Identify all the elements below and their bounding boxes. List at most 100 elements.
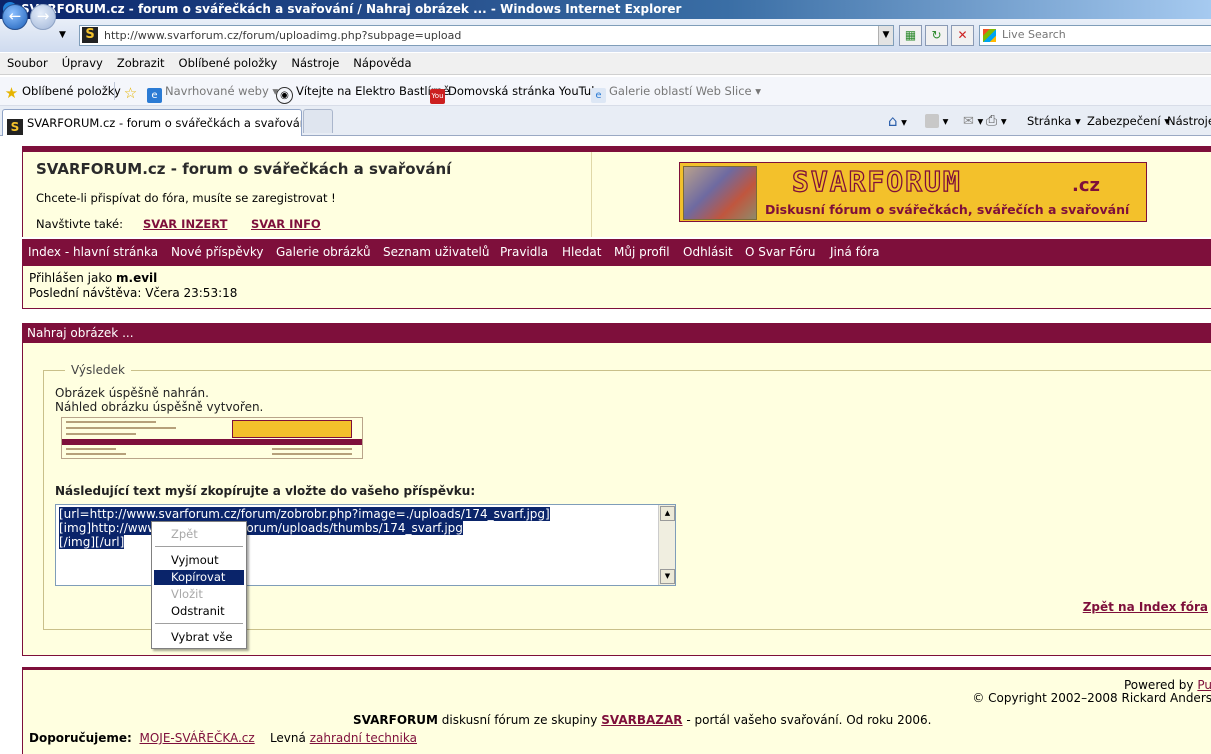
ctx-delete[interactable]: Odstranit — [154, 604, 244, 619]
page-menu-label: Stránka — [1027, 114, 1072, 128]
mail-icon: ✉ — [963, 114, 974, 129]
forward-arrow-icon[interactable]: → — [30, 4, 56, 30]
upload-header-text: Nahraj obrázek ... — [27, 326, 134, 340]
menu-file[interactable]: Soubor — [0, 53, 55, 74]
menu-favorites[interactable]: Oblíbené položky — [172, 53, 285, 74]
tab-active[interactable]: S SVARFORUM.cz - forum o svářečkách a sva… — [2, 109, 302, 136]
banner-title: SVARFORUM — [791, 164, 962, 198]
nav-gallery[interactable]: Galerie obrázků — [276, 239, 371, 266]
result-legend: Výsledek — [65, 363, 131, 377]
forum-nav: Index - hlavní stránka Nové příspěvky Ga… — [22, 239, 1211, 266]
favbar-divider — [114, 82, 115, 100]
menu-edit[interactable]: Úpravy — [55, 53, 110, 74]
page-menu[interactable]: Stránka ▾ — [1027, 110, 1081, 132]
youtube-icon: You — [430, 89, 445, 104]
recommend-line: Doporučujeme: MOJE-SVÁŘEČKA.cz Levná zah… — [29, 731, 417, 745]
favorites-label: Oblíbené položky — [22, 84, 121, 98]
scroll-up-icon[interactable]: ▲ — [660, 506, 675, 521]
thumb-line — [66, 427, 176, 429]
fav-elektro-bastlirna[interactable]: ◉ Vítejte na Elektro Bastlírně — [276, 83, 450, 104]
rss-icon — [925, 114, 939, 128]
security-menu[interactable]: Zabezpečení ▾ — [1087, 110, 1170, 132]
nav-other-forums[interactable]: Jiná fóra — [830, 239, 880, 266]
back-to-index-link[interactable]: Zpět na Index fóra — [1083, 600, 1208, 614]
svarbazar-link[interactable]: SVARBAZAR — [601, 713, 682, 727]
new-tab-button[interactable] — [303, 109, 333, 133]
printer-icon: ⎙ — [986, 113, 998, 129]
scroll-down-icon[interactable]: ▼ — [660, 569, 675, 584]
svar-inzert-link[interactable]: SVAR INZERT — [143, 217, 227, 231]
recommend-label: Doporučujeme: — [29, 731, 132, 745]
menu-help[interactable]: Nápověda — [346, 53, 418, 74]
code-line-1: [url=http://www.svarforum.cz/forum/zobro… — [59, 507, 550, 521]
moje-svarecka-link[interactable]: MOJE-SVÁŘEČKA.cz — [140, 731, 255, 745]
security-menu-label: Zabezpečení — [1087, 114, 1161, 128]
code-line: [img]http://www.svarforum.cz/forum/uploa… — [59, 521, 463, 535]
svarforum-banner[interactable]: SVARFORUM .cz Diskusní fórum o svářečkác… — [679, 162, 1147, 222]
refresh-icon[interactable]: ↻ — [925, 25, 948, 46]
ie-page-icon: e — [591, 88, 606, 103]
tools-menu-label: Nástroje — [1167, 114, 1211, 128]
ctx-copy[interactable]: Kopírovat — [154, 570, 244, 585]
username: m.evil — [116, 271, 158, 285]
compat-view-icon[interactable]: ▦ — [899, 25, 922, 46]
ctx-cut[interactable]: Vyjmout — [154, 553, 244, 568]
back-arrow-icon[interactable]: ← — [2, 4, 28, 30]
thumb-line — [272, 453, 352, 455]
group-line: SVARFORUM diskusní fórum ze skupiny SVAR… — [353, 713, 931, 727]
upload-success-message: Obrázek úspěšně nahrán. — [55, 386, 209, 400]
fav-suggested-label: Navrhované weby — [165, 84, 269, 98]
live-search-icon — [983, 29, 996, 42]
star-icon: ★ — [4, 84, 19, 102]
group-name: SVARFORUM — [353, 713, 438, 727]
favorites-button[interactable]: ★ Oblíbené položky — [4, 83, 121, 101]
powered-by: Powered by Pu — [1124, 678, 1211, 692]
bbcode-textarea[interactable]: [url=http://www.svarforum.cz/forum/zobro… — [55, 504, 676, 586]
copy-instruction: Následující text myší zkopírujte a vložt… — [55, 484, 476, 498]
feeds-button[interactable]: ▾ — [925, 110, 948, 132]
fav-webslice-label: Galerie oblastí Web Slice — [609, 84, 752, 98]
context-menu: Zpět Vyjmout Kopírovat Vložit Odstranit … — [151, 521, 247, 649]
nav-rules[interactable]: Pravidla — [500, 239, 548, 266]
ctx-select-all[interactable]: Vybrat vše — [154, 630, 244, 645]
thumb-line — [272, 448, 352, 450]
fav-web-slice-gallery[interactable]: e Galerie oblastí Web Slice ▾ — [591, 83, 761, 103]
nav-my-profile[interactable]: Můj profil — [614, 239, 670, 266]
fav-suggested-sites[interactable]: e Navrhované weby ▾ — [147, 83, 278, 103]
ctx-separator — [155, 623, 243, 624]
home-button[interactable]: ⌂ ▾ — [888, 110, 907, 133]
mail-button[interactable]: ✉ ▾ — [963, 110, 983, 133]
svar-info-link[interactable]: SVAR INFO — [251, 217, 321, 231]
search-input[interactable] — [1000, 27, 1204, 42]
fav-elektro-label: Vítejte na Elektro Bastlírně — [296, 84, 450, 98]
site-title: SVARFORUM.cz - forum o svářečkách a svař… — [36, 160, 452, 178]
code-line: [/img][/url] — [59, 535, 125, 549]
powered-by-link[interactable]: Pu — [1197, 678, 1211, 692]
nav-about[interactable]: O Svar Fóru — [745, 239, 815, 266]
address-dropdown-icon[interactable]: ▼ — [878, 26, 893, 45]
fav-youtube[interactable]: You Domovská stránka YouTube — [430, 83, 606, 104]
history-dropdown-icon[interactable]: ▼ — [59, 30, 66, 40]
nav-search[interactable]: Hledat — [562, 239, 601, 266]
menu-view[interactable]: Zobrazit — [110, 53, 172, 74]
menu-tools[interactable]: Nástroje — [284, 53, 346, 74]
nav-users[interactable]: Seznam uživatelů — [383, 239, 489, 266]
tab-label: SVARFORUM.cz - forum o svářečkách a svař… — [27, 116, 301, 130]
group-tail: - portál vašeho svařování. Od roku 2006. — [686, 713, 932, 727]
copyright: © Copyright 2002–2008 Rickard Anders — [972, 691, 1211, 705]
search-box[interactable] — [979, 25, 1211, 46]
uploaded-thumbnail-image[interactable] — [61, 417, 363, 459]
tools-menu[interactable]: Nástroje — [1167, 110, 1211, 132]
last-visit: Poslední návštěva: Včera 23:53:18 — [29, 286, 238, 300]
textarea-scrollbar[interactable]: ▲ ▼ — [658, 505, 675, 585]
stop-icon[interactable]: ✕ — [951, 25, 974, 46]
garden-tech-link[interactable]: zahradní technika — [310, 731, 417, 745]
nav-index[interactable]: Index - hlavní stránka — [28, 239, 158, 266]
nav-logout[interactable]: Odhlásit — [683, 239, 733, 266]
site-header: SVARFORUM.cz - forum o svářečkách a svař… — [22, 152, 1211, 237]
add-favorite-button[interactable]: ☆ — [123, 83, 141, 101]
print-button[interactable]: ⎙ ▾ — [986, 110, 1007, 132]
home-icon: ⌂ — [888, 112, 898, 130]
address-bar[interactable]: S http://www.svarforum.cz/forum/uploadim… — [79, 25, 894, 46]
nav-new-posts[interactable]: Nové příspěvky — [171, 239, 263, 266]
